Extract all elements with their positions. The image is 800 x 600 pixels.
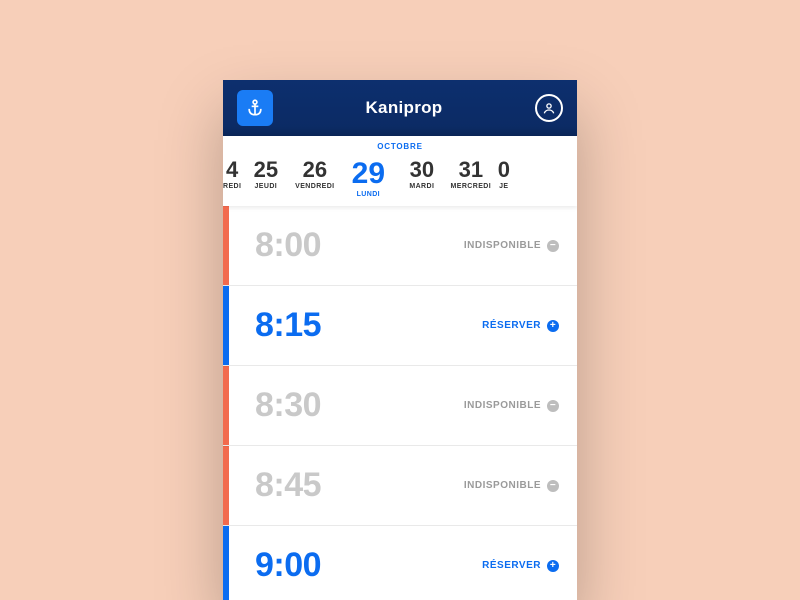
date-day-number: 0 [495, 159, 512, 181]
slot-time: 8:45 [229, 466, 464, 505]
time-slot: 8:45INDISPONIBLE− [223, 446, 577, 526]
unavailable-label: INDISPONIBLE− [464, 240, 577, 252]
time-slot: 8:30INDISPONIBLE− [223, 366, 577, 446]
app-header: Kaniprop [223, 80, 577, 136]
minus-icon: − [547, 400, 559, 412]
slot-status-text: INDISPONIBLE [464, 480, 541, 491]
reserve-button[interactable]: RÉSERVER + [482, 560, 577, 572]
plus-icon: + [547, 560, 559, 572]
date-day-number: 29 [339, 159, 397, 189]
date-day-number: 25 [241, 159, 290, 181]
date-day-label: LUNDI [339, 191, 397, 198]
time-slot: 8:15RÉSERVER + [223, 286, 577, 366]
user-icon [541, 100, 557, 116]
minus-icon: − [547, 480, 559, 492]
minus-icon: − [547, 240, 559, 252]
time-slot: 8:00INDISPONIBLE− [223, 206, 577, 286]
slot-time: 8:30 [229, 386, 464, 425]
slot-time: 9:00 [229, 546, 482, 585]
date-day[interactable]: 0 JE [495, 159, 512, 206]
profile-button[interactable] [535, 94, 563, 122]
date-day[interactable]: 29 LUNDI [339, 159, 397, 206]
date-day-label: VENDREDI [290, 183, 339, 190]
plus-icon: + [547, 320, 559, 332]
slot-status-text: RÉSERVER [482, 560, 541, 571]
anchor-icon [245, 98, 265, 118]
date-day-label: MERCREDI [446, 183, 495, 190]
date-day-label: MARDI [397, 183, 446, 190]
date-day-number: 4 [223, 159, 241, 181]
date-day-label: REDI [223, 183, 241, 190]
reserve-button[interactable]: RÉSERVER + [482, 320, 577, 332]
date-day[interactable]: 31 MERCREDI [446, 159, 495, 206]
date-day[interactable]: 30 MARDI [397, 159, 446, 206]
date-day-number: 30 [397, 159, 446, 181]
date-day-number: 31 [446, 159, 495, 181]
date-day[interactable]: 26 VENDREDI [290, 159, 339, 206]
date-day-label: JE [495, 183, 512, 190]
date-day[interactable]: 4 REDI [223, 159, 241, 206]
date-day[interactable]: 25 JEUDI [241, 159, 290, 206]
slot-status-text: RÉSERVER [482, 320, 541, 331]
unavailable-label: INDISPONIBLE− [464, 480, 577, 492]
date-day-label: JEUDI [241, 183, 290, 190]
slot-status-text: INDISPONIBLE [464, 400, 541, 411]
date-month-label: OCTOBRE [377, 142, 422, 151]
date-day-number: 26 [290, 159, 339, 181]
app-frame: Kaniprop OCTOBRE 4 REDI25 JEUDI26 VENDREDI2… [223, 80, 577, 600]
date-strip[interactable]: OCTOBRE 4REDI25JEUDI26VENDREDI29LUNDI30M… [223, 136, 577, 206]
app-title: Kaniprop [365, 98, 442, 118]
slot-time: 8:00 [229, 226, 464, 265]
app-logo[interactable] [237, 90, 273, 126]
unavailable-label: INDISPONIBLE− [464, 400, 577, 412]
slot-time: 8:15 [229, 306, 482, 345]
slot-status-text: INDISPONIBLE [464, 240, 541, 251]
time-slot: 9:00RÉSERVER + [223, 526, 577, 600]
slot-list: 8:00INDISPONIBLE−8:15RÉSERVER+8:30INDISP… [223, 206, 577, 600]
